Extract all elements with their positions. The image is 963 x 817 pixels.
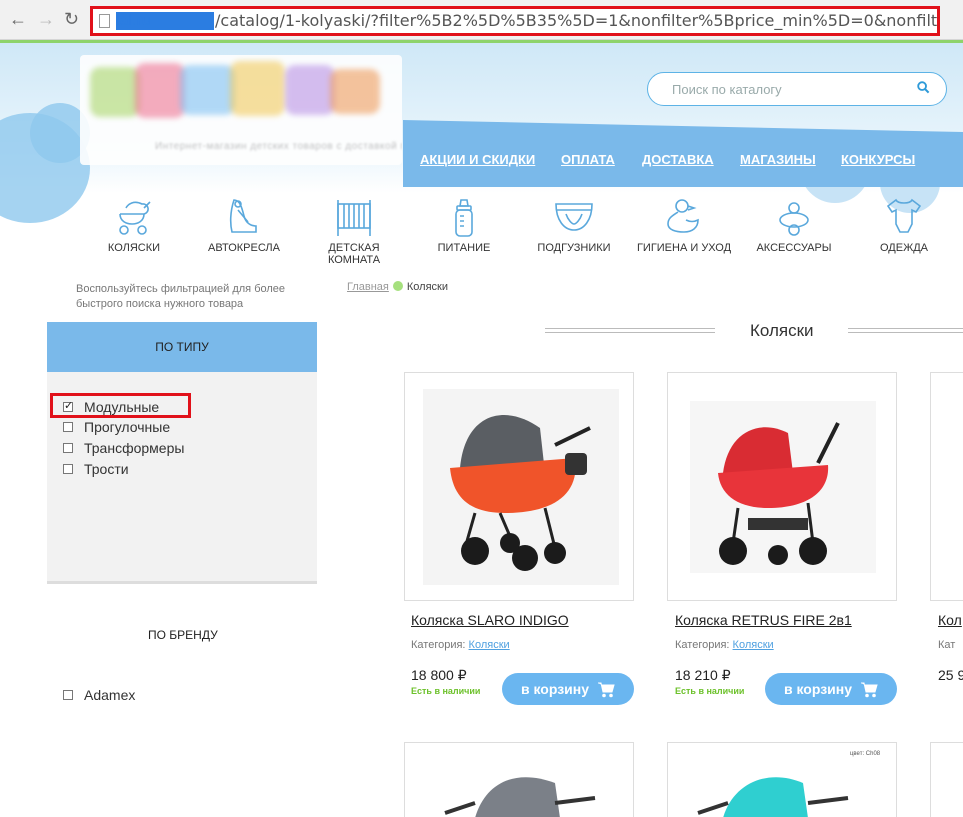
baby-bottle-icon [455, 199, 473, 237]
category-strollers[interactable]: КОЛЯСКИ [84, 196, 184, 254]
product-name[interactable]: Коляска SLARO INDIGO [411, 612, 569, 628]
stroller-icon [119, 201, 151, 235]
search-box[interactable] [647, 72, 947, 106]
product-image-card[interactable] [930, 742, 963, 817]
product-category: Категория: Коляски [411, 639, 510, 651]
type-filter-panel: ПО ТИПУ Модульные Прогулочные Трансформе… [47, 322, 317, 584]
brand-filter-heading[interactable]: ПО БРЕНДУ [148, 628, 218, 642]
diaper-icon [555, 203, 593, 231]
product-image-card[interactable]: цвет: Ch08 [667, 742, 897, 817]
category-accessories[interactable]: АКСЕССУАРЫ [744, 196, 844, 254]
page-title: Коляски [750, 321, 814, 340]
search-icon[interactable] [917, 81, 930, 94]
logo-tagline: Интернет-магазин детских товаров с доста… [155, 141, 402, 152]
car-seat-icon [229, 199, 257, 233]
title-divider [545, 328, 715, 333]
url-path: /catalog/1-kolyaski/?filter%5B2%5D%5B35%… [215, 11, 938, 30]
url-domain: lal.ru [116, 12, 214, 30]
product-price: 18 210 ₽ [675, 667, 731, 683]
product-image-card[interactable] [404, 372, 634, 601]
color-tag: цвет: Ch08 [850, 751, 881, 757]
product-category: Кат [938, 639, 956, 651]
menu-payment[interactable]: ОПЛАТА [561, 152, 615, 167]
add-to-cart-button[interactable]: в корзину [765, 673, 897, 705]
category-car-seats[interactable]: АВТОКРЕСЛА [194, 196, 294, 254]
filter-hint: Воспользуйтесь фильтрацией для более быс… [76, 283, 286, 310]
add-to-cart-button[interactable]: в корзину [502, 673, 634, 705]
product-image-card[interactable] [930, 372, 963, 601]
category-link[interactable]: Коляски [469, 639, 510, 651]
search-input[interactable] [672, 79, 902, 99]
back-icon[interactable]: ← [9, 9, 27, 29]
cart-icon [598, 682, 615, 698]
stroller-photo [690, 401, 876, 573]
menu-contests[interactable]: КОНКУРСЫ [841, 152, 915, 167]
menu-delivery[interactable]: ДОСТАВКА [642, 152, 714, 167]
product-image-card[interactable] [667, 372, 897, 601]
menu-promotions[interactable]: АКЦИИ И СКИДКИ [420, 152, 535, 167]
stroller-photo [423, 389, 619, 585]
leaf-icon [392, 281, 403, 291]
bodysuit-icon [886, 198, 922, 233]
menu-stores[interactable]: МАГАЗИНЫ [740, 152, 816, 167]
product-image-card[interactable] [404, 742, 634, 817]
breadcrumb-home[interactable]: Главная [347, 281, 389, 293]
category-hygiene[interactable]: ГИГИЕНА И УХОД [634, 196, 734, 254]
product-price: 25 9 [938, 667, 963, 683]
title-divider [848, 328, 963, 333]
browser-toolbar: ← → ↻ lal.ru /catalog/1-kolyaski/?filter… [0, 0, 963, 40]
type-filter-heading[interactable]: ПО ТИПУ [47, 322, 317, 372]
category-link[interactable]: Коляски [733, 639, 774, 651]
product-name[interactable]: Коляска RETRUS FIRE 2в1 [675, 612, 852, 628]
checkbox[interactable] [63, 690, 73, 700]
duck-icon [667, 199, 699, 233]
site-logo[interactable]: Интернет-магазин детских товаров с доста… [80, 55, 402, 165]
checkbox[interactable] [63, 422, 73, 432]
forward-icon[interactable]: → [37, 9, 55, 29]
crib-icon [337, 200, 371, 236]
cart-icon [861, 682, 878, 698]
product-price: 18 800 ₽ [411, 667, 467, 683]
pacifier-icon [779, 202, 809, 236]
checkbox[interactable] [63, 464, 73, 474]
product-name[interactable]: Кол [938, 612, 962, 628]
page-icon [99, 14, 110, 28]
breadcrumb: Главная Коляски [347, 281, 448, 293]
address-bar[interactable]: lal.ru /catalog/1-kolyaski/?filter%5B2%5… [90, 6, 940, 36]
breadcrumb-current: Коляски [406, 281, 448, 293]
category-nursery[interactable]: ДЕТСКАЯ КОМНАТА [304, 196, 404, 266]
stroller-photo [444, 777, 596, 817]
category-food[interactable]: ПИТАНИЕ [414, 196, 514, 254]
stock-status: Есть в наличии [675, 686, 745, 696]
category-clothing[interactable]: ОДЕЖДА [854, 196, 954, 254]
checkbox[interactable] [63, 443, 73, 453]
highlight-annotation [50, 393, 191, 418]
product-category: Категория: Коляски [675, 639, 774, 651]
category-diapers[interactable]: ПОДГУЗНИКИ [524, 196, 624, 254]
reload-icon[interactable]: ↻ [64, 9, 79, 29]
stock-status: Есть в наличии [411, 686, 481, 696]
